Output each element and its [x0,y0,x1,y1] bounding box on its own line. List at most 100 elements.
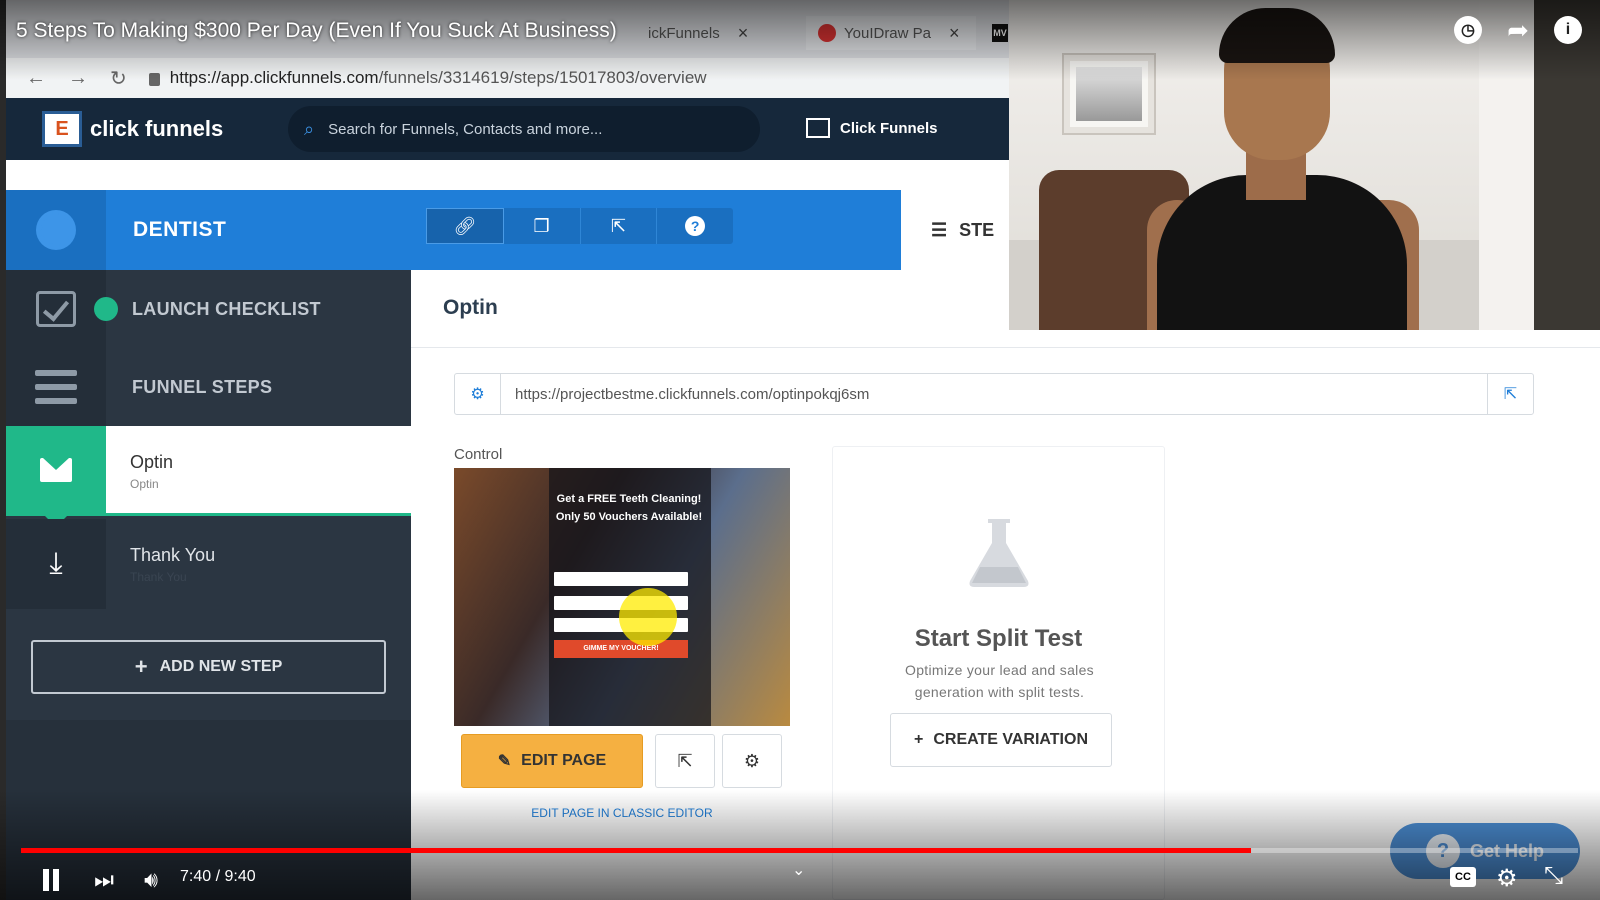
external-link-icon: ⇱ [677,750,693,771]
edit-page-label: EDIT PAGE [521,752,607,769]
gear-icon[interactable]: ⚙ [455,374,501,414]
classic-editor-link[interactable]: EDIT PAGE IN CLASSIC EDITOR [454,806,790,820]
video-player[interactable]: ickFunnels × YouIDraw Pa × MV ← → ↻ http… [0,0,1600,900]
logo-text: click funnels [90,116,224,141]
video-top-actions: ◷ ➦ i [1454,15,1582,45]
info-icon[interactable]: i [1554,16,1582,44]
create-variation-button[interactable]: + CREATE VARIATION [890,713,1112,767]
pause-icon [43,869,49,891]
thumbnail-field [554,572,688,586]
external-link-icon[interactable]: ⇱ [581,208,658,244]
clickfunnels-link[interactable]: Click Funnels [806,118,938,138]
clickfunnels-mark-icon [806,118,830,138]
status-dot-icon [94,297,118,321]
funnel-title-bar: DENTIST 🔗︎ ❐ ⇱ ? [6,190,901,270]
search-placeholder: Search for Funnels, Contacts and more... [328,120,603,138]
step-subtitle: Optin [130,477,159,491]
split-test-title: Start Split Test [914,625,1083,652]
envelope-icon [40,457,72,482]
search-icon: ⌕ [304,118,315,139]
funnel-settings-button[interactable] [6,190,106,270]
gear-icon [36,210,76,250]
clickfunnels-logo-icon: E [42,111,82,147]
clickfunnels-logo[interactable]: E click funnels [42,111,223,147]
sidebar-item-launch-checklist[interactable]: LAUNCH CHECKLIST [6,270,411,348]
sidebar-item-funnel-steps[interactable]: FUNNEL STEPS [6,348,411,426]
menu-icon: ☰ [931,219,948,240]
step-overview-panel: Optin ⚙ https://projectbestme.clickfunne… [411,270,1600,900]
close-icon[interactable]: × [738,23,749,44]
time-display: 7:40 / 9:40 [180,868,256,885]
video-title[interactable]: 5 Steps To Making $300 Per Day (Even If … [16,19,617,43]
sidebar-item-label: FUNNEL STEPS [132,376,273,397]
browser-tab[interactable]: YouIDraw Pa × [806,16,976,50]
list-icon [35,370,77,404]
thumbnail-cta: GIMME MY VOUCHER! [554,640,688,658]
lock-icon [148,72,160,86]
watch-later-icon[interactable]: ◷ [1454,16,1482,44]
create-variation-label: CREATE VARIATION [933,731,1088,748]
volume-icon: 🔊︎ [144,867,158,892]
checklist-icon [36,291,76,327]
split-test-card: Start Split Test Optimize your lead and … [832,446,1165,900]
webcam-overlay [1009,0,1600,330]
forward-icon[interactable]: → [68,67,88,90]
step-url-field[interactable]: ⚙ https://projectbestme.clickfunnels.com… [454,373,1534,415]
control-label: Control [454,446,503,463]
close-icon[interactable]: × [949,23,960,44]
edit-page-button[interactable]: ✎ EDIT PAGE [461,734,643,788]
funnel-step-optin[interactable]: Optin Optin [6,426,411,527]
external-link-icon[interactable]: ⇱ [1487,374,1533,414]
funnel-step-thank-you[interactable]: ⤓ Thank You Thank You [6,519,411,609]
chevron-down-icon[interactable]: ⌄ [792,860,805,880]
gear-icon: ⚙ [743,750,761,771]
add-step-label: ADD NEW STEP [159,658,283,675]
funnel-toolbar: 🔗︎ ❐ ⇱ ? [426,208,733,244]
funnel-name: DENTIST [133,218,227,241]
preview-button[interactable]: ⇱ [655,734,715,788]
help-button[interactable]: ? [657,208,733,244]
player-controls: ⏭︎ 🔊︎ 7:40 / 9:40 ⌄ CC ⚙ ⤡ [0,860,1600,900]
share-icon[interactable]: ➦ [1504,15,1532,45]
search-input[interactable]: ⌕ Search for Funnels, Contacts and more.… [288,106,760,152]
progress-bar[interactable] [21,848,1578,853]
url-host: https://app.clickfunnels.com [169,68,379,87]
volume-button[interactable]: 🔊︎ [136,862,166,898]
flask-icon [969,519,1029,587]
tab-label: YouIDraw Pa [844,24,931,42]
captions-icon[interactable]: CC [1450,867,1476,887]
edit-icon: ✎ [497,753,512,770]
thumbnail-headline: Get a FREE Teeth Cleaning! Only 50 Vouch… [555,493,703,523]
link-icon[interactable]: 🔗︎ [426,208,504,244]
cursor-highlight [619,588,677,646]
exit-fullscreen-icon[interactable]: ⤡ [1544,862,1563,890]
browser-tab[interactable]: ickFunnels × [636,16,806,50]
download-icon: ⤓ [49,547,63,580]
reload-icon[interactable]: ↻ [110,66,127,91]
copy-icon[interactable]: ❐ [504,208,581,244]
tab-label: ickFunnels [648,24,720,42]
youidraw-favicon-icon [818,24,836,42]
plus-icon: + [913,731,924,748]
tab-steps[interactable]: ☰ STE [901,190,1021,270]
mv-favicon-icon: MV [992,24,1008,42]
funnel-sidebar: LAUNCH CHECKLIST FUNNEL STEPS Optin Opti… [6,270,411,900]
add-new-step-button[interactable]: + ADD NEW STEP [31,640,386,694]
step-url: https://projectbestme.clickfunnels.com/o… [515,385,870,403]
url-field[interactable]: https://app.clickfunnels.com/funnels/331… [148,68,707,88]
progress-fill [21,848,1252,853]
sidebar-item-label: LAUNCH CHECKLIST [132,298,321,319]
url-path: /funnels/3314619/steps/15017803/overview [378,68,707,87]
page-thumbnail[interactable]: Get a FREE Teeth Cleaning! Only 50 Vouch… [454,468,790,726]
pause-button[interactable] [40,862,62,898]
next-button[interactable]: ⏭︎ [92,862,116,898]
next-icon: ⏭︎ [94,867,114,892]
tab-steps-label: STE [959,219,995,240]
page-settings-button[interactable]: ⚙ [722,734,782,788]
clickfunnels-link-label: Click Funnels [840,119,938,137]
step-title: Optin [130,452,174,472]
page-title: Optin [443,296,498,319]
settings-gear-icon[interactable]: ⚙ [1496,864,1518,893]
back-icon[interactable]: ← [26,67,46,90]
step-title: Thank You [130,545,216,565]
